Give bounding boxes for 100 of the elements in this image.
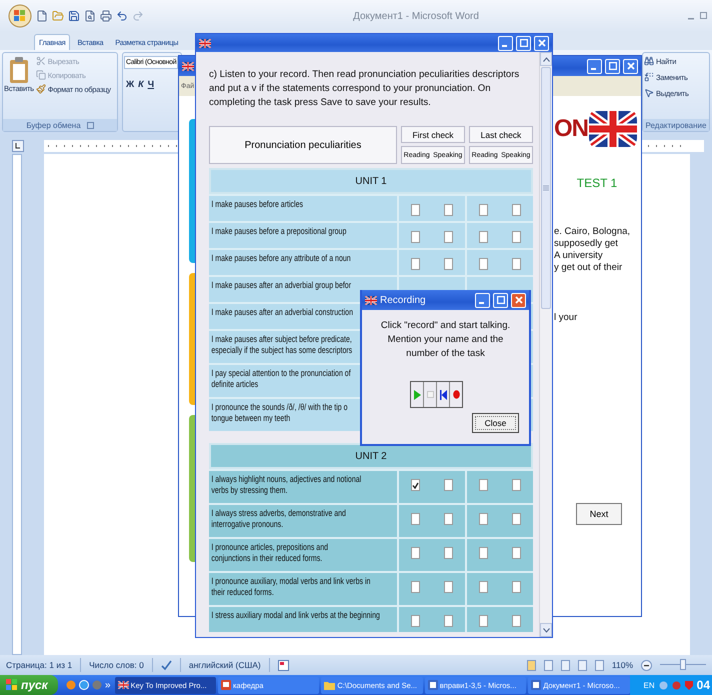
minimize-button[interactable] <box>587 58 602 74</box>
checkbox[interactable] <box>512 479 521 491</box>
play-button[interactable] <box>411 382 424 407</box>
rewind-button[interactable] <box>437 382 450 407</box>
checkbox[interactable] <box>479 258 488 270</box>
checkbox[interactable] <box>479 479 488 491</box>
minimize-button[interactable] <box>475 292 490 308</box>
more-button[interactable]: » <box>105 680 111 690</box>
checkbox[interactable] <box>479 513 488 525</box>
maximize-button[interactable] <box>493 292 508 308</box>
view-button[interactable] <box>526 660 536 670</box>
clipboard-icon[interactable] <box>8 56 30 84</box>
next-button[interactable]: Next <box>576 503 622 525</box>
record-icon <box>452 390 460 399</box>
checkbox[interactable] <box>444 479 453 491</box>
dialog-launcher-icon[interactable] <box>86 122 94 128</box>
close-button[interactable] <box>511 292 526 308</box>
undo-icon[interactable] <box>116 10 128 22</box>
scissors-icon <box>36 56 46 66</box>
logo-text: ON <box>554 115 588 143</box>
pointer-icon <box>644 88 654 98</box>
checkbox[interactable] <box>479 231 488 243</box>
folder-icon <box>324 680 336 690</box>
copy-icon <box>36 70 46 80</box>
caret-up-icon[interactable] <box>542 56 550 62</box>
paintbrush-icon <box>36 84 46 94</box>
redo-icon[interactable] <box>132 10 144 22</box>
checkbox[interactable] <box>479 581 488 593</box>
checkbox[interactable] <box>411 547 420 559</box>
caret-down-icon[interactable] <box>542 628 550 632</box>
folder-icon[interactable] <box>52 10 64 22</box>
checkbox[interactable] <box>512 204 521 216</box>
start-button[interactable]: пуск <box>0 675 58 695</box>
proofing-icon[interactable] <box>160 660 172 670</box>
maximize-icon[interactable] <box>700 12 708 20</box>
checkbox[interactable] <box>444 204 453 216</box>
unit-heading: UNIT 1 <box>209 168 533 194</box>
checkbox[interactable] <box>411 581 420 593</box>
checkbox[interactable] <box>512 581 521 593</box>
checkbox[interactable] <box>411 231 420 243</box>
view-button[interactable] <box>560 660 570 670</box>
checkbox[interactable] <box>512 231 521 243</box>
new-document-icon[interactable] <box>36 10 48 22</box>
view-button[interactable] <box>544 660 553 670</box>
statement-text: I make pauses before any attribute of a noun <box>210 252 352 265</box>
close-button[interactable] <box>623 58 638 74</box>
checkbox[interactable] <box>479 547 488 559</box>
print-preview-icon[interactable] <box>84 10 96 22</box>
shield-icon[interactable] <box>684 680 693 690</box>
slides-icon <box>220 680 231 690</box>
column-header: Last check <box>469 126 533 143</box>
grip-icon[interactable] <box>543 185 549 191</box>
checkbox[interactable] <box>411 258 420 270</box>
statement-text: I always highlight nouns, adjectives and notional verbs by stressing them. <box>210 473 362 497</box>
format-button[interactable]: Ж <box>124 79 136 89</box>
checkbox[interactable] <box>512 258 521 270</box>
statement-text: I make pauses after an adverbial group befor <box>210 279 352 292</box>
unit-heading: UNIT 2 <box>209 443 533 469</box>
save-icon[interactable] <box>68 10 80 22</box>
checkbox[interactable] <box>479 204 488 216</box>
minimize-button[interactable] <box>498 36 513 50</box>
macro-icon[interactable] <box>278 660 289 670</box>
flag-badge-icon <box>588 109 638 149</box>
format-button[interactable]: К <box>136 79 146 89</box>
checkbox[interactable] <box>444 547 453 559</box>
checkbox[interactable] <box>444 615 453 627</box>
slider-thumb[interactable] <box>680 659 686 670</box>
checkbox[interactable] <box>444 513 453 525</box>
close-icon <box>514 296 522 304</box>
zoom-slider[interactable] <box>660 659 706 671</box>
printer-icon[interactable] <box>100 10 112 22</box>
column-header: Pronunciation peculiarities <box>209 126 397 164</box>
status-text: Страница: 1 из 1 <box>6 660 72 670</box>
checkbox[interactable] <box>411 615 420 627</box>
language-status[interactable]: английский (США) <box>188 660 261 670</box>
statement-text: I stress auxiliary modal and link verbs at the beginning <box>210 609 381 622</box>
tab-selector-button[interactable] <box>12 140 24 152</box>
checkbox[interactable] <box>512 547 521 559</box>
checkbox[interactable] <box>512 513 521 525</box>
maximize-button[interactable] <box>605 58 620 74</box>
checkbox[interactable] <box>444 231 453 243</box>
statement-text: I make pauses before articles <box>210 198 304 211</box>
maximize-icon <box>496 296 504 304</box>
checkbox[interactable] <box>512 615 521 627</box>
checkbox[interactable] <box>444 258 453 270</box>
scrollbar[interactable] <box>539 52 552 637</box>
checkbox[interactable] <box>411 479 420 491</box>
view-button[interactable] <box>594 660 604 670</box>
replace-icon <box>644 72 654 82</box>
checkbox[interactable] <box>444 581 453 593</box>
view-button[interactable] <box>578 660 587 670</box>
format-button[interactable]: Ч <box>146 79 156 89</box>
zoom-out-button[interactable] <box>641 660 652 670</box>
checkbox[interactable] <box>479 615 488 627</box>
close-button[interactable]: Close <box>472 413 519 433</box>
office-menu-button[interactable] <box>8 4 32 28</box>
maximize-button[interactable] <box>516 36 531 50</box>
checkbox[interactable] <box>411 513 420 525</box>
close-button[interactable] <box>534 36 549 50</box>
checkbox[interactable] <box>411 204 420 216</box>
